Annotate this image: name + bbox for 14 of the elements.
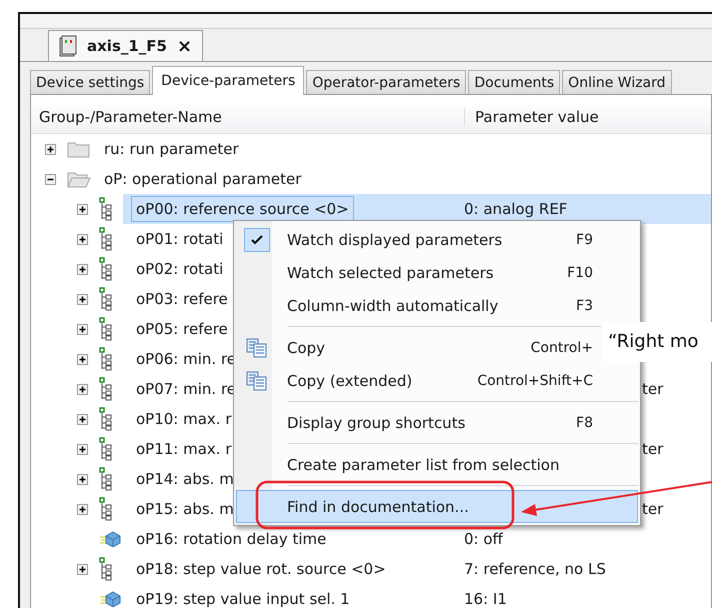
parameter-value: 0: off — [464, 530, 503, 548]
parameter-value: 7: reference, no LS — [464, 560, 606, 578]
shortcut-label: F8 — [576, 414, 594, 430]
parameter-value: ter — [642, 500, 664, 518]
parameter-value: ter — [642, 380, 664, 398]
parameter-value: 0: analog REF — [464, 200, 568, 218]
shortcut-label: F10 — [567, 264, 594, 280]
shortcut-label: F9 — [576, 232, 594, 248]
parameter-value: 16: I1 — [464, 590, 507, 608]
shortcut-label: Control+Shift+C — [477, 372, 594, 388]
shortcut-label: F3 — [576, 298, 594, 314]
annotation-tooltip: “Right mo — [602, 322, 712, 362]
parameter-value: ter — [642, 440, 664, 458]
document-title: axis_1_F5 — [87, 37, 167, 55]
